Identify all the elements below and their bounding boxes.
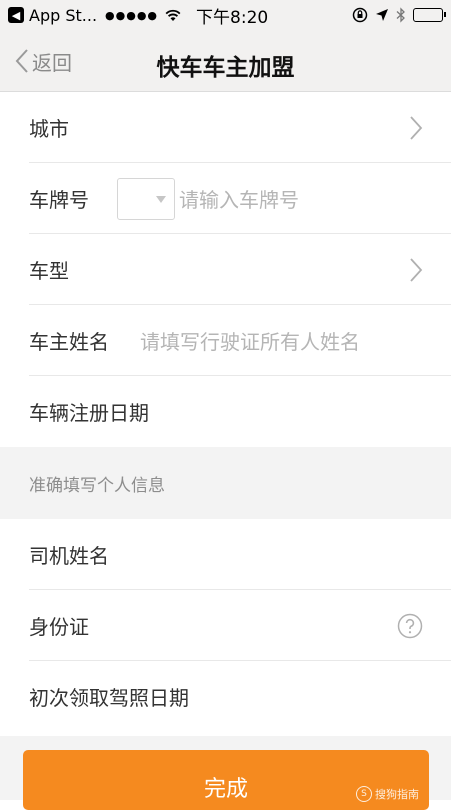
submit-button-label: 完成 (203, 777, 248, 802)
chevron-right-icon (410, 257, 423, 282)
page-title: 快车车主加盟 (156, 55, 295, 81)
model-row[interactable]: 车型 (0, 234, 451, 305)
submit-button[interactable]: 完成 S 搜狗指南 (23, 750, 429, 810)
model-label: 车型 (29, 259, 69, 283)
navigation-bar: 返回 快车车主加盟 (0, 30, 451, 92)
section-header: 准确填写个人信息 (0, 447, 451, 519)
id-card-row[interactable]: 身份证 (0, 590, 451, 661)
city-row[interactable]: 城市 (0, 92, 451, 163)
plate-input[interactable]: 请输入车牌号 (179, 184, 299, 213)
license-date-row[interactable]: 初次领取驾照日期 (0, 661, 451, 732)
dropdown-arrow-icon (156, 195, 166, 203)
owner-row: 车主姓名 请填写行驶证所有人姓名 (0, 305, 451, 376)
orientation-lock-icon (352, 7, 368, 23)
chevron-right-icon (410, 115, 423, 140)
help-icon[interactable] (397, 613, 423, 639)
owner-name-input[interactable]: 请填写行驶证所有人姓名 (140, 326, 360, 355)
vehicle-form: 城市 车牌号 请输入车牌号 车型 车主姓名 请填写行驶证所有人姓名 车辆注册日期… (0, 92, 451, 732)
section-title: 准确填写个人信息 (29, 475, 165, 496)
back-to-app-icon[interactable]: ◀ (8, 7, 24, 23)
driver-name-label: 司机姓名 (29, 544, 109, 568)
license-date-label: 初次领取驾照日期 (29, 686, 189, 710)
bluetooth-icon (396, 7, 405, 23)
city-label: 城市 (29, 117, 69, 141)
status-bar: ◀ App St... ●●●●● 下午8:20 (0, 0, 451, 30)
id-card-label: 身份证 (29, 615, 89, 639)
driver-name-row[interactable]: 司机姓名 (0, 519, 451, 590)
status-icons (352, 7, 446, 23)
owner-label: 车主姓名 (29, 330, 109, 354)
wifi-icon (165, 9, 181, 21)
battery-icon (413, 8, 446, 22)
plate-row: 车牌号 请输入车牌号 (0, 163, 451, 234)
location-arrow-icon (376, 9, 388, 21)
signal-strength-icon: ●●●●● (105, 8, 159, 22)
registration-date-label: 车辆注册日期 (29, 401, 149, 425)
plate-prefix-select[interactable] (117, 177, 175, 220)
status-time: 下午8:20 (196, 7, 269, 28)
submit-area: 完成 S 搜狗指南 (0, 736, 451, 810)
plate-label: 车牌号 (29, 188, 89, 212)
registration-date-row[interactable]: 车辆注册日期 (0, 376, 451, 447)
back-to-app-label[interactable]: App St... (29, 6, 97, 25)
